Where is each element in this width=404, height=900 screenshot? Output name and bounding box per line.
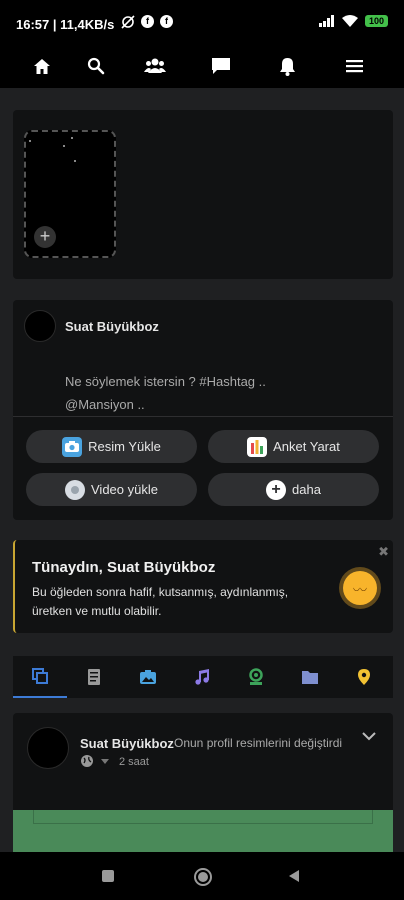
app-notification-icon: f bbox=[141, 15, 154, 28]
sun-icon: ◡◡ bbox=[343, 571, 377, 605]
tab-photos[interactable] bbox=[121, 656, 175, 698]
back-icon[interactable] bbox=[287, 869, 301, 883]
notifications-icon[interactable] bbox=[275, 54, 299, 78]
top-nav bbox=[0, 46, 404, 88]
system-nav-bar bbox=[0, 852, 404, 900]
app-notification-icon: f bbox=[160, 15, 173, 28]
add-story-button[interactable]: + bbox=[24, 130, 116, 258]
create-poll-button[interactable]: Anket Yarat bbox=[208, 430, 379, 463]
feed-post: Suat Büyükboz Onun profil resimlerini de… bbox=[13, 713, 393, 853]
post-image[interactable] bbox=[13, 810, 393, 853]
battery-icon: 100 bbox=[364, 15, 388, 27]
more-button[interactable]: + daha bbox=[208, 473, 379, 506]
post-action: Onun profil resimlerini değiştirdi bbox=[174, 736, 343, 750]
tab-places[interactable] bbox=[337, 656, 391, 698]
wifi-icon bbox=[341, 15, 358, 27]
tab-music[interactable] bbox=[175, 656, 229, 698]
post-composer: Suat Büyükboz Ne söylemek istersin ? #Ha… bbox=[13, 300, 393, 520]
close-icon[interactable]: ✖ bbox=[378, 544, 389, 560]
avatar[interactable] bbox=[24, 310, 56, 342]
post-author[interactable]: Suat Büyükboz bbox=[80, 736, 174, 751]
home-icon[interactable] bbox=[30, 54, 54, 78]
signal-icon bbox=[318, 15, 334, 27]
divider bbox=[13, 416, 393, 417]
stories-card: + bbox=[13, 110, 393, 279]
chevron-down-icon[interactable] bbox=[361, 731, 377, 741]
post-timestamp: 2 saat bbox=[119, 756, 149, 768]
feed-filter-tabs bbox=[13, 656, 393, 698]
composer-user-name[interactable]: Suat Büyükboz bbox=[65, 319, 159, 334]
tab-files[interactable] bbox=[283, 656, 337, 698]
status-time: 16:57 | 11,4KB/s bbox=[16, 17, 115, 32]
upload-video-button[interactable]: Video yükle bbox=[26, 473, 197, 506]
greeting-title: Tünaydın, Suat Büyükboz bbox=[32, 559, 216, 576]
greeting-message: Bu öğleden sonra hafif, kutsanmış, aydın… bbox=[32, 585, 289, 618]
status-bar: 16:57 | 11,4KB/s f f 100 bbox=[0, 0, 404, 46]
no-sync-icon bbox=[121, 15, 135, 29]
upload-image-button[interactable]: Resim Yükle bbox=[26, 430, 197, 463]
friends-icon[interactable] bbox=[143, 54, 167, 78]
camera-icon bbox=[62, 436, 83, 457]
poll-icon bbox=[247, 436, 268, 457]
video-icon bbox=[65, 479, 85, 500]
tab-text[interactable] bbox=[67, 656, 121, 698]
composer-input[interactable]: Ne söylemek istersin ? #Hashtag .. @Mans… bbox=[65, 370, 266, 416]
plus-circle-icon: + bbox=[266, 479, 287, 500]
globe-icon[interactable] bbox=[80, 754, 94, 768]
search-icon[interactable] bbox=[84, 54, 108, 78]
tab-all-posts[interactable] bbox=[13, 656, 67, 698]
tab-video[interactable] bbox=[229, 656, 283, 698]
caret-down-icon[interactable] bbox=[101, 759, 109, 764]
post-avatar[interactable] bbox=[27, 727, 69, 769]
menu-icon[interactable] bbox=[342, 54, 366, 78]
recents-icon[interactable] bbox=[101, 869, 115, 883]
messages-icon[interactable] bbox=[209, 54, 233, 78]
greeting-card: ✖ Tünaydın, Suat Büyükboz Bu öğleden son… bbox=[13, 540, 393, 633]
plus-icon[interactable]: + bbox=[34, 226, 56, 248]
home-button-icon[interactable] bbox=[193, 867, 213, 887]
